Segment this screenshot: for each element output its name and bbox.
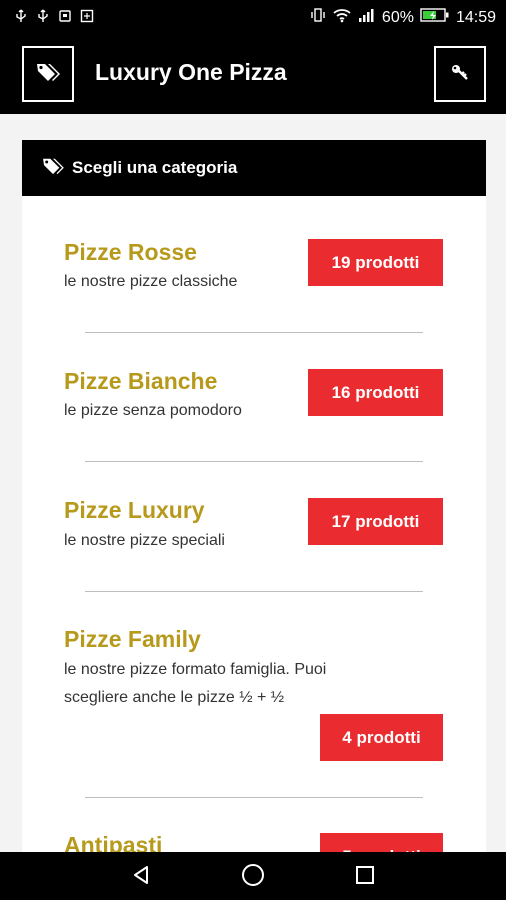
card-header: Scegli una categoria [22, 140, 486, 196]
key-icon [450, 62, 470, 87]
category-description: le nostre pizze speciali [64, 532, 225, 549]
card-title: Scegli una categoria [72, 158, 238, 177]
android-debug-icon [58, 9, 72, 23]
product-count-badge[interactable]: 16 prodotti [308, 369, 443, 416]
product-count-badge[interactable]: 17 prodotti [308, 498, 443, 545]
usb-icon [36, 9, 50, 23]
login-button[interactable] [434, 46, 486, 102]
recents-button[interactable] [348, 860, 382, 894]
status-bar: 60% 14:59 [0, 0, 506, 34]
home-icon [241, 863, 265, 892]
battery-icon [420, 7, 450, 28]
divider [85, 591, 423, 592]
category-card: Scegli una categoria Pizze Rosse le nost… [22, 140, 486, 860]
category-description-line: le nostre pizze formato famiglia. Puoi [64, 661, 327, 678]
category-description-line: scegliere anche le pizze ½ + ½ [64, 689, 285, 706]
product-count-badge[interactable]: 19 prodotti [308, 239, 443, 286]
tags-icon [42, 157, 64, 180]
category-name: Pizze Luxury [64, 497, 205, 523]
category-name: Pizze Rosse [64, 239, 197, 265]
divider [85, 461, 423, 462]
usb-icon [14, 9, 28, 23]
back-icon [130, 864, 152, 891]
wifi-icon [332, 7, 352, 28]
navigation-bar [0, 852, 506, 900]
tag-icon [36, 62, 60, 87]
page-title: Luxury One Pizza [95, 59, 287, 85]
category-description: le pizze senza pomodoro [64, 402, 242, 419]
back-button[interactable] [124, 860, 158, 894]
category-item-pizze-bianche[interactable]: Pizze Bianche le pizze senza pomodoro 16… [22, 334, 486, 462]
category-description: le nostre pizze classiche [64, 273, 238, 290]
system-status: 60% 14:59 [310, 7, 496, 28]
divider [85, 797, 423, 798]
signal-icon [358, 7, 376, 28]
app-bar: Luxury One Pizza [0, 34, 506, 114]
category-item-pizze-family[interactable]: Pizze Family le nostre pizze formato fam… [22, 593, 486, 797]
image-icon [80, 9, 94, 23]
vibrate-icon [310, 7, 326, 28]
clock: 14:59 [455, 8, 496, 26]
notification-icons [14, 9, 94, 23]
home-button[interactable] [236, 860, 270, 894]
category-name: Pizze Bianche [64, 368, 218, 394]
categories-button[interactable] [22, 46, 74, 102]
battery-percent: 60% [381, 8, 414, 26]
category-item-pizze-rosse[interactable]: Pizze Rosse le nostre pizze classiche 19… [22, 196, 486, 334]
product-count-badge[interactable]: 4 prodotti [320, 714, 443, 761]
recents-icon [354, 864, 376, 891]
divider [85, 332, 423, 333]
category-item-pizze-luxury[interactable]: Pizze Luxury le nostre pizze speciali 17… [22, 463, 486, 591]
category-name: Pizze Family [64, 626, 201, 652]
category-item-antipasti[interactable]: Antipasti 5 prodotti [22, 799, 486, 860]
